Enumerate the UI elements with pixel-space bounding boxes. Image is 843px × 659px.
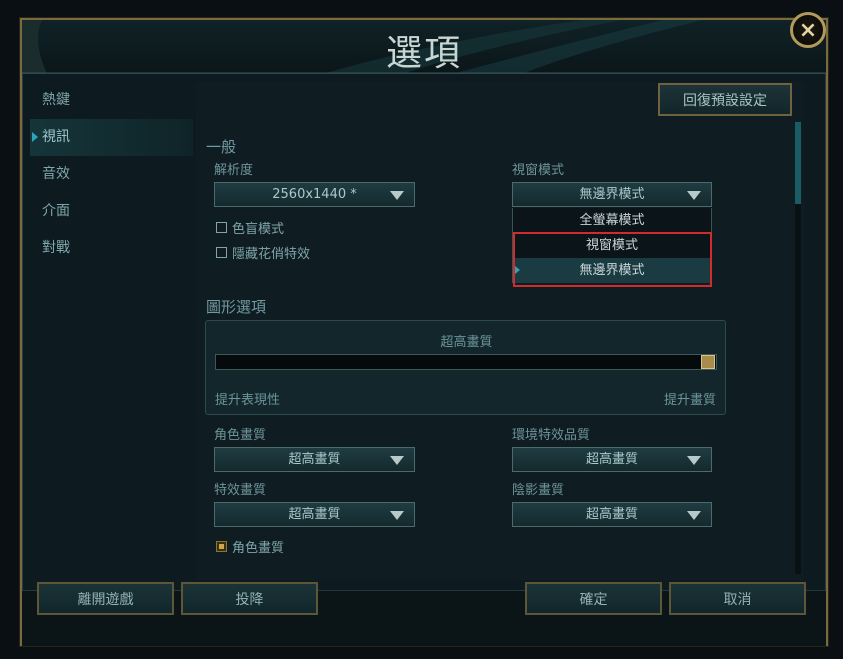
character-quality-dropdown[interactable]: 超高畫質 [214, 447, 415, 472]
window-mode-menu: 全螢幕模式 視窗模式 無邊界模式 [512, 208, 712, 283]
scrollbar-thumb[interactable] [795, 122, 801, 204]
colorblind-checkbox[interactable]: 色盲模式 [216, 218, 284, 237]
menu-option-borderless[interactable]: 無邊界模式 [512, 258, 712, 283]
shadow-quality-value: 超高畫質 [585, 507, 638, 522]
effects-quality-dropdown[interactable]: 超高畫質 [214, 502, 415, 527]
general-section-title: 一般 [206, 138, 237, 156]
character-quality-label: 角色畫質 [214, 428, 267, 443]
window-title: 選項 [385, 33, 462, 74]
performance-hint: 提升表現性 [215, 393, 281, 408]
sidebar-item-label: 介面 [42, 203, 70, 219]
environment-quality-label: 環境特效品質 [512, 428, 591, 443]
settings-panel: 回復預設設定 一般 解析度 2560x1440 * 色盲模式 隱藏花俏特效 視窗… [196, 82, 804, 580]
surrender-button[interactable]: 投降 [181, 582, 318, 615]
effects-quality-label: 特效畫質 [214, 483, 267, 498]
chevron-down-icon [687, 511, 701, 520]
menu-option-windowed[interactable]: 視窗模式 [512, 233, 712, 258]
chevron-down-icon [390, 456, 404, 465]
effects-quality-value: 超高畫質 [288, 507, 341, 522]
sidebar-item-interface[interactable]: 介面 [30, 193, 193, 230]
title-bar: 選項 [22, 20, 826, 74]
shadow-quality-dropdown[interactable]: 超高畫質 [512, 502, 712, 527]
chevron-down-icon [390, 511, 404, 520]
exit-game-button[interactable]: 離開遊戲 [37, 582, 174, 615]
selected-arrow-icon [515, 266, 520, 274]
sidebar-item-hotkeys[interactable]: 熱鍵 [30, 82, 193, 119]
sidebar: 熱鍵 視訊 音效 介面 對戰 [30, 82, 193, 267]
quality-hint: 提升畫質 [663, 393, 716, 408]
graphics-quality-slider[interactable] [215, 354, 717, 370]
graphics-quality-label: 超高畫質 [440, 335, 493, 350]
character-inking-checkbox[interactable]: 角色畫質 [216, 537, 284, 556]
checkbox-box[interactable] [216, 541, 227, 552]
menu-option-label: 無邊界模式 [579, 263, 645, 278]
sidebar-item-label: 音效 [42, 166, 70, 182]
cancel-button[interactable]: 取消 [669, 582, 806, 615]
character-quality-value: 超高畫質 [288, 452, 341, 467]
active-arrow-icon [32, 132, 38, 142]
chevron-down-icon [390, 191, 404, 200]
sidebar-item-game[interactable]: 對戰 [30, 230, 193, 267]
hide-cosmetics-checkbox[interactable]: 隱藏花俏特效 [216, 243, 310, 262]
confirm-button[interactable]: 確定 [525, 582, 662, 615]
graphics-quality-box: 超高畫質 提升表現性 提升畫質 [205, 320, 726, 415]
slider-handle[interactable] [701, 355, 715, 369]
checkbox-box[interactable] [216, 247, 227, 258]
checkbox-box[interactable] [216, 222, 227, 233]
colorblind-label: 色盲模式 [232, 222, 285, 237]
window-mode-dropdown[interactable]: 無邊界模式 [512, 182, 712, 207]
resolution-value: 2560x1440 * [272, 187, 357, 202]
chevron-down-icon [687, 456, 701, 465]
environment-quality-dropdown[interactable]: 超高畫質 [512, 447, 712, 472]
resolution-label: 解析度 [214, 163, 254, 178]
hide-cosmetics-label: 隱藏花俏特效 [232, 247, 311, 262]
chevron-down-icon [687, 191, 701, 200]
window-mode-value: 無邊界模式 [579, 187, 645, 202]
shadow-quality-label: 陰影畫質 [512, 483, 565, 498]
window-mode-label: 視窗模式 [512, 163, 565, 178]
graphics-section-title: 圖形選項 [206, 298, 267, 316]
sidebar-item-sound[interactable]: 音效 [30, 156, 193, 193]
sidebar-item-label: 熱鍵 [42, 92, 70, 108]
sidebar-item-video[interactable]: 視訊 [30, 119, 193, 156]
reset-defaults-button[interactable]: 回復預設設定 [658, 83, 792, 116]
resolution-dropdown[interactable]: 2560x1440 * [214, 182, 415, 207]
close-icon: × [798, 17, 818, 43]
close-button[interactable]: × [790, 12, 826, 48]
environment-quality-value: 超高畫質 [585, 452, 638, 467]
menu-option-fullscreen[interactable]: 全螢幕模式 [512, 208, 712, 233]
character-inking-label: 角色畫質 [232, 541, 285, 556]
sidebar-item-label: 視訊 [42, 129, 70, 145]
sidebar-item-label: 對戰 [42, 240, 70, 256]
